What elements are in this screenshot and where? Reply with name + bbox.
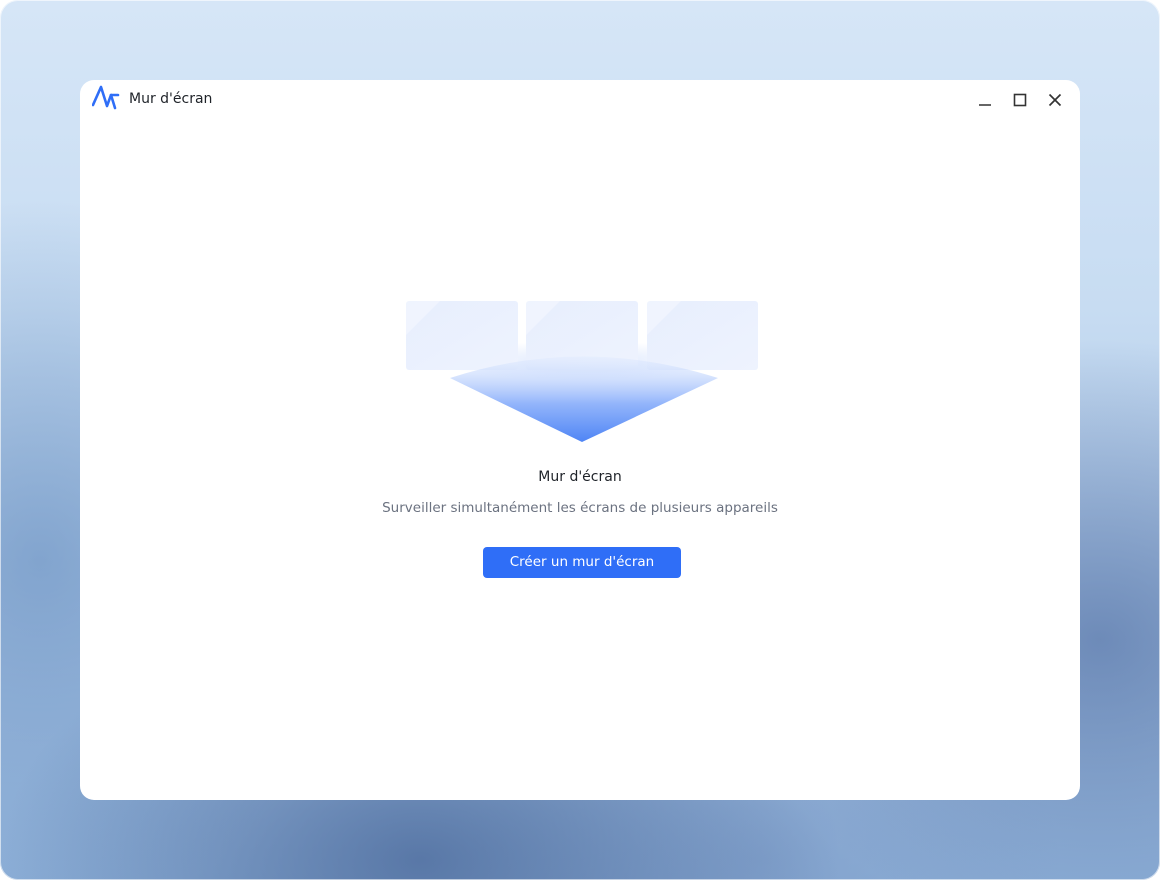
create-screen-wall-button[interactable]: Créer un mur d'écran (483, 547, 681, 578)
empty-state-title: Mur d'écran (538, 469, 622, 485)
empty-state: Mur d'écran Surveiller simultanément les… (80, 80, 1080, 800)
empty-state-description: Surveiller simultanément les écrans de p… (382, 500, 778, 516)
screen-wall-illustration (406, 301, 758, 442)
desktop-background: Mur d'écran Mur d'écran Surveiller simul… (0, 0, 1160, 880)
projection-beam (450, 356, 718, 442)
app-window: Mur d'écran Mur d'écran Surveiller simul… (80, 80, 1080, 800)
